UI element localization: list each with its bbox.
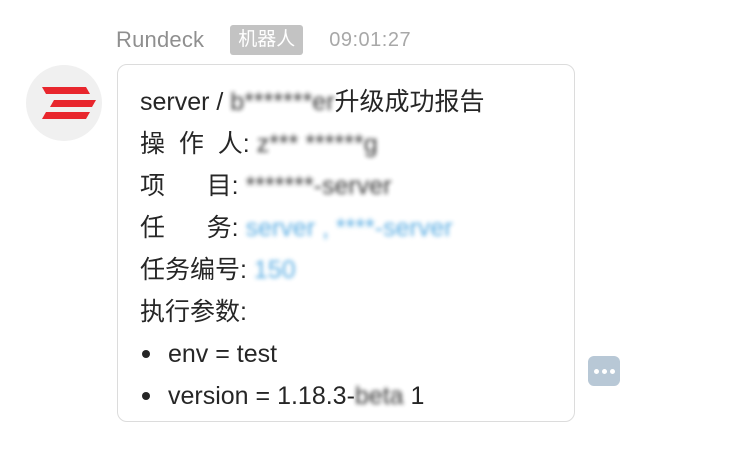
field-value: *******-server	[245, 172, 392, 200]
chat-message: Rundeck 机器人 09:01:27 server / b*******er…	[0, 0, 730, 460]
more-dots-icon	[593, 368, 599, 374]
avatar[interactable]	[26, 65, 102, 141]
more-options-button[interactable]	[588, 356, 620, 386]
field-project: 项 目: *******-server	[140, 165, 574, 207]
param-redacted: beta	[354, 382, 404, 410]
more-dots-icon	[609, 368, 615, 374]
bullet-icon	[142, 392, 150, 400]
params-label-text: 执行参数:	[140, 298, 247, 326]
title-prefix: server /	[140, 88, 231, 116]
more-dots-icon	[601, 368, 607, 374]
message-bubble: server / b*******er 升级成功报告 操 作 人: z*** *…	[117, 64, 575, 422]
param-text: env = test	[168, 340, 278, 368]
param-item: env = test	[140, 333, 574, 375]
field-operator: 操 作 人: z*** ******g	[140, 123, 574, 165]
execution-link[interactable]: 150	[254, 249, 296, 291]
job-link[interactable]: server , ****-server	[246, 207, 453, 249]
rundeck-logo-icon	[42, 87, 96, 119]
params-label: 执行参数:	[140, 291, 574, 333]
title-suffix: 升级成功报告	[334, 88, 485, 116]
message-timestamp: 09:01:27	[329, 28, 412, 51]
param-suffix: 1	[403, 382, 425, 410]
bullet-icon	[142, 350, 150, 358]
field-label: 操 作 人:	[140, 130, 257, 158]
field-label: 任务编号:	[140, 256, 254, 284]
field-label: 任 务:	[140, 214, 246, 242]
bot-badge: 机器人	[230, 25, 304, 55]
field-label: 项 目:	[140, 172, 246, 200]
field-value: z*** ******g	[256, 130, 378, 158]
sender-name[interactable]: Rundeck	[116, 27, 204, 53]
message-header: Rundeck 机器人 09:01:27	[116, 24, 411, 56]
param-item: version = 1.18.3- beta 1	[140, 375, 574, 417]
field-execution-id: 任务编号: 150	[140, 249, 574, 291]
title-redacted: b*******er	[230, 88, 335, 116]
field-job: 任 务: server , ****-server	[140, 207, 574, 249]
param-text: version = 1.18.3-	[168, 382, 355, 410]
message-title: server / b*******er 升级成功报告	[140, 81, 574, 123]
